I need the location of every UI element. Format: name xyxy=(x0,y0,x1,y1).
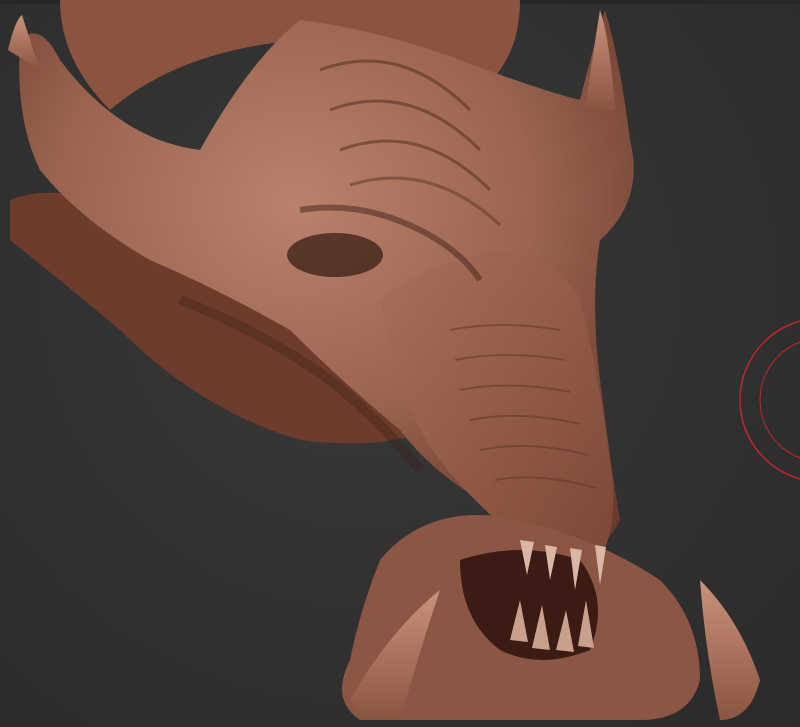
sculpt-viewport[interactable] xyxy=(0,0,800,727)
eye-socket xyxy=(287,233,383,277)
lower-right-tusk xyxy=(700,580,760,720)
snout-shape xyxy=(380,250,614,563)
dragon-head-sculpt[interactable] xyxy=(0,0,800,727)
